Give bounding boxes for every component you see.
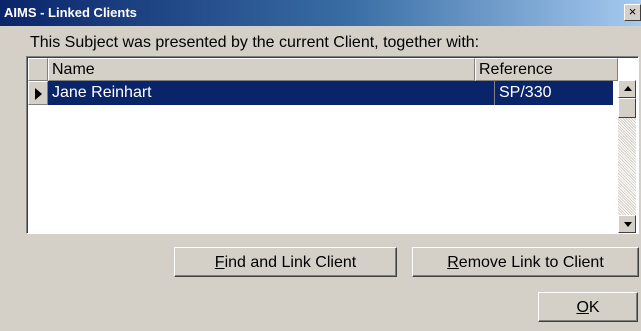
ok-button[interactable]: OK <box>538 292 638 322</box>
dialog-message: This Subject was presented by the curren… <box>30 34 480 51</box>
arrow-down-icon <box>624 222 632 227</box>
remove-link-to-client-button[interactable]: Remove Link to Client <box>412 247 639 277</box>
close-icon: × <box>628 4 637 19</box>
row-header-corner <box>28 58 48 81</box>
column-header-name[interactable]: Name <box>48 58 475 81</box>
close-button[interactable]: × <box>624 4 641 21</box>
table-row[interactable]: Jane Reinhart SP/330 <box>48 81 613 105</box>
column-header-reference[interactable]: Reference <box>475 58 618 81</box>
cell-name: Jane Reinhart <box>52 84 152 101</box>
scroll-thumb[interactable] <box>618 98 636 118</box>
accelerator-key: O <box>576 298 589 316</box>
current-row-arrow-icon <box>35 88 42 100</box>
accelerator-key: F <box>214 253 225 271</box>
linked-clients-grid[interactable]: Name Reference Jane Reinhart SP/330 <box>26 56 639 234</box>
button-label: emove Link to Client <box>458 253 604 271</box>
scroll-down-button[interactable] <box>618 215 636 233</box>
row-indicator[interactable] <box>28 81 48 105</box>
window-title: AIMS - Linked Clients <box>4 5 137 20</box>
accelerator-key: R <box>447 253 459 271</box>
title-bar: AIMS - Linked Clients × <box>0 0 641 26</box>
cell-reference: SP/330 <box>499 84 552 101</box>
button-label: K <box>588 298 600 316</box>
find-and-link-client-button[interactable]: Find and Link Client <box>174 247 397 277</box>
arrow-up-icon <box>624 86 632 91</box>
vertical-scrollbar[interactable] <box>618 80 636 233</box>
scroll-up-button[interactable] <box>618 80 636 98</box>
button-label: ind and Link Client <box>224 253 357 271</box>
